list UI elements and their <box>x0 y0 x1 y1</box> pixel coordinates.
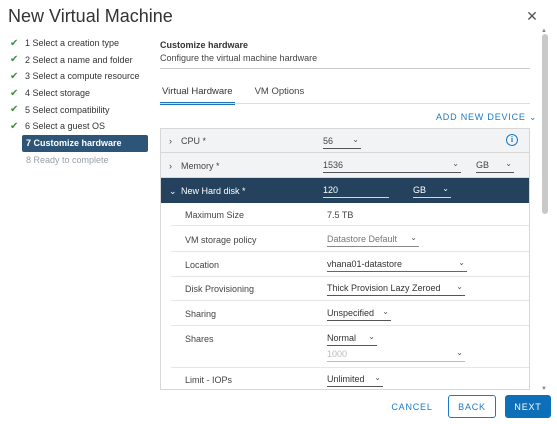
chevron-down-icon: ⌄ <box>410 233 417 242</box>
sharing-select[interactable]: Unspecified ⌄ <box>327 307 391 321</box>
step-label: 1 Select a creation type <box>25 38 120 49</box>
chevron-right-icon[interactable]: › <box>169 161 172 171</box>
step-6[interactable]: ✔ 6 Select a guest OS <box>10 118 150 135</box>
memory-unit: GB <box>476 160 490 170</box>
disk-unit-select[interactable]: GB ⌄ <box>413 184 451 198</box>
step-8: 8 Ready to complete <box>10 152 150 169</box>
divider <box>171 300 529 301</box>
step-3[interactable]: ✔ 3 Select a compute resource <box>10 68 150 85</box>
step-4[interactable]: ✔ 4 Select storage <box>10 85 150 102</box>
location-select[interactable]: vhana01-datastore ⌄ <box>327 258 467 272</box>
cpu-label: CPU * <box>181 136 207 146</box>
step-2[interactable]: ✔ 2 Select a name and folder <box>10 52 150 69</box>
disk-provisioning-value: Thick Provision Lazy Zeroed <box>327 283 441 293</box>
memory-unit-select[interactable]: GB ⌄ <box>476 159 514 173</box>
add-new-device-label: ADD NEW DEVICE <box>436 112 526 122</box>
cancel-button[interactable]: CANCEL <box>388 395 436 418</box>
window-title: New Virtual Machine <box>8 6 173 26</box>
chevron-down-icon: ⌄ <box>458 258 465 267</box>
chevron-down-icon: ⌄ <box>382 307 389 316</box>
scroll-down-icon[interactable]: ▼ <box>541 386 547 392</box>
check-icon: ✔ <box>10 54 19 66</box>
max-size-value: 7.5 TB <box>327 210 354 220</box>
cpu-row[interactable]: › CPU * 56 ⌄ i <box>161 129 529 153</box>
back-button[interactable]: BACK <box>448 395 496 418</box>
step-label: 6 Select a guest OS <box>25 121 106 132</box>
hardware-panel: › CPU * 56 ⌄ i › Memory * 1536 ⌄ GB ⌄ ⌄ … <box>160 128 530 390</box>
chevron-down-icon: ⌄ <box>368 332 375 341</box>
limit-iops-value: Unlimited <box>327 374 365 384</box>
step-label: 5 Select compatibility <box>25 104 110 115</box>
close-icon[interactable]: ✕ <box>526 9 538 23</box>
chevron-down-icon: ⌄ <box>456 348 463 357</box>
disk-provisioning-select[interactable]: Thick Provision Lazy Zeroed ⌄ <box>327 282 465 296</box>
add-new-device-button[interactable]: ADD NEW DEVICE ⌄ <box>436 112 537 123</box>
memory-value: 1536 <box>323 160 344 170</box>
hard-disk-label: New Hard disk * <box>181 186 246 196</box>
shares-select[interactable]: Normal ⌄ <box>327 332 377 346</box>
location-label: Location <box>185 260 220 270</box>
chevron-down-icon: ⌄ <box>442 184 449 193</box>
disk-unit: GB <box>413 185 427 195</box>
sharing-label: Sharing <box>185 309 217 319</box>
check-icon: ✔ <box>10 70 19 82</box>
disk-provisioning-label: Disk Provisioning <box>185 284 255 294</box>
divider <box>171 325 529 326</box>
disk-size-input[interactable]: 120 <box>323 184 389 198</box>
divider <box>171 367 529 368</box>
limit-iops-label: Limit - IOPs <box>185 375 233 385</box>
shares-value: Normal <box>327 333 357 343</box>
chevron-down-icon: ⌄ <box>505 159 512 168</box>
limit-iops-select[interactable]: Unlimited ⌄ <box>327 373 383 387</box>
chevron-down-icon: ⌄ <box>529 112 538 122</box>
divider <box>171 276 529 277</box>
shares-number-input[interactable]: 1000 ⌄ <box>327 348 465 362</box>
disk-size-value: 120 <box>323 185 339 195</box>
step-label: 7 Customize hardware <box>26 138 122 149</box>
info-icon[interactable]: i <box>506 134 518 146</box>
memory-input[interactable]: 1536 ⌄ <box>323 159 461 173</box>
page-title: Customize hardware <box>160 40 249 50</box>
memory-label: Memory * <box>181 161 220 171</box>
step-label: 3 Select a compute resource <box>25 71 140 82</box>
shares-number: 1000 <box>327 349 348 359</box>
check-icon: ✔ <box>10 120 19 132</box>
storage-policy-select[interactable]: Datastore Default ⌄ <box>327 233 419 247</box>
chevron-down-icon: ⌄ <box>452 159 459 168</box>
storage-policy-label: VM storage policy <box>185 235 257 245</box>
divider <box>171 225 529 226</box>
check-icon: ✔ <box>10 37 19 49</box>
check-icon: ✔ <box>10 87 19 99</box>
divider <box>171 251 529 252</box>
chevron-right-icon[interactable]: › <box>169 136 172 146</box>
max-size-label: Maximum Size <box>185 210 245 220</box>
chevron-down-icon: ⌄ <box>352 135 359 144</box>
storage-policy-value: Datastore Default <box>327 234 398 244</box>
wizard-steps: ✔ 1 Select a creation type ✔ 2 Select a na… <box>10 35 150 168</box>
sharing-value: Unspecified <box>327 308 375 318</box>
memory-row[interactable]: › Memory * 1536 ⌄ GB ⌄ <box>161 153 529 178</box>
step-1[interactable]: ✔ 1 Select a creation type <box>10 35 150 52</box>
step-label: 4 Select storage <box>25 88 91 99</box>
shares-label: Shares <box>185 334 214 344</box>
cpu-value: 56 <box>323 136 334 146</box>
hard-disk-row[interactable]: ⌄ New Hard disk * 120 GB ⌄ <box>161 178 529 203</box>
next-button[interactable]: NEXT <box>505 395 551 418</box>
location-value: vhana01-datastore <box>327 259 403 269</box>
cpu-select[interactable]: 56 ⌄ <box>323 135 361 149</box>
chevron-down-icon: ⌄ <box>456 282 463 291</box>
check-icon: ✔ <box>10 104 19 116</box>
chevron-down-icon[interactable]: ⌄ <box>169 186 177 197</box>
chevron-down-icon: ⌄ <box>374 373 381 382</box>
step-label: 8 Ready to complete <box>26 154 109 165</box>
divider <box>160 68 530 69</box>
step-5[interactable]: ✔ 5 Select compatibility <box>10 101 150 118</box>
step-label: 2 Select a name and folder <box>25 54 133 65</box>
divider <box>160 103 530 104</box>
step-7[interactable]: 7 Customize hardware <box>22 134 148 152</box>
page-subtitle: Configure the virtual machine hardware <box>160 53 318 63</box>
scrollbar-thumb[interactable] <box>542 34 548 214</box>
